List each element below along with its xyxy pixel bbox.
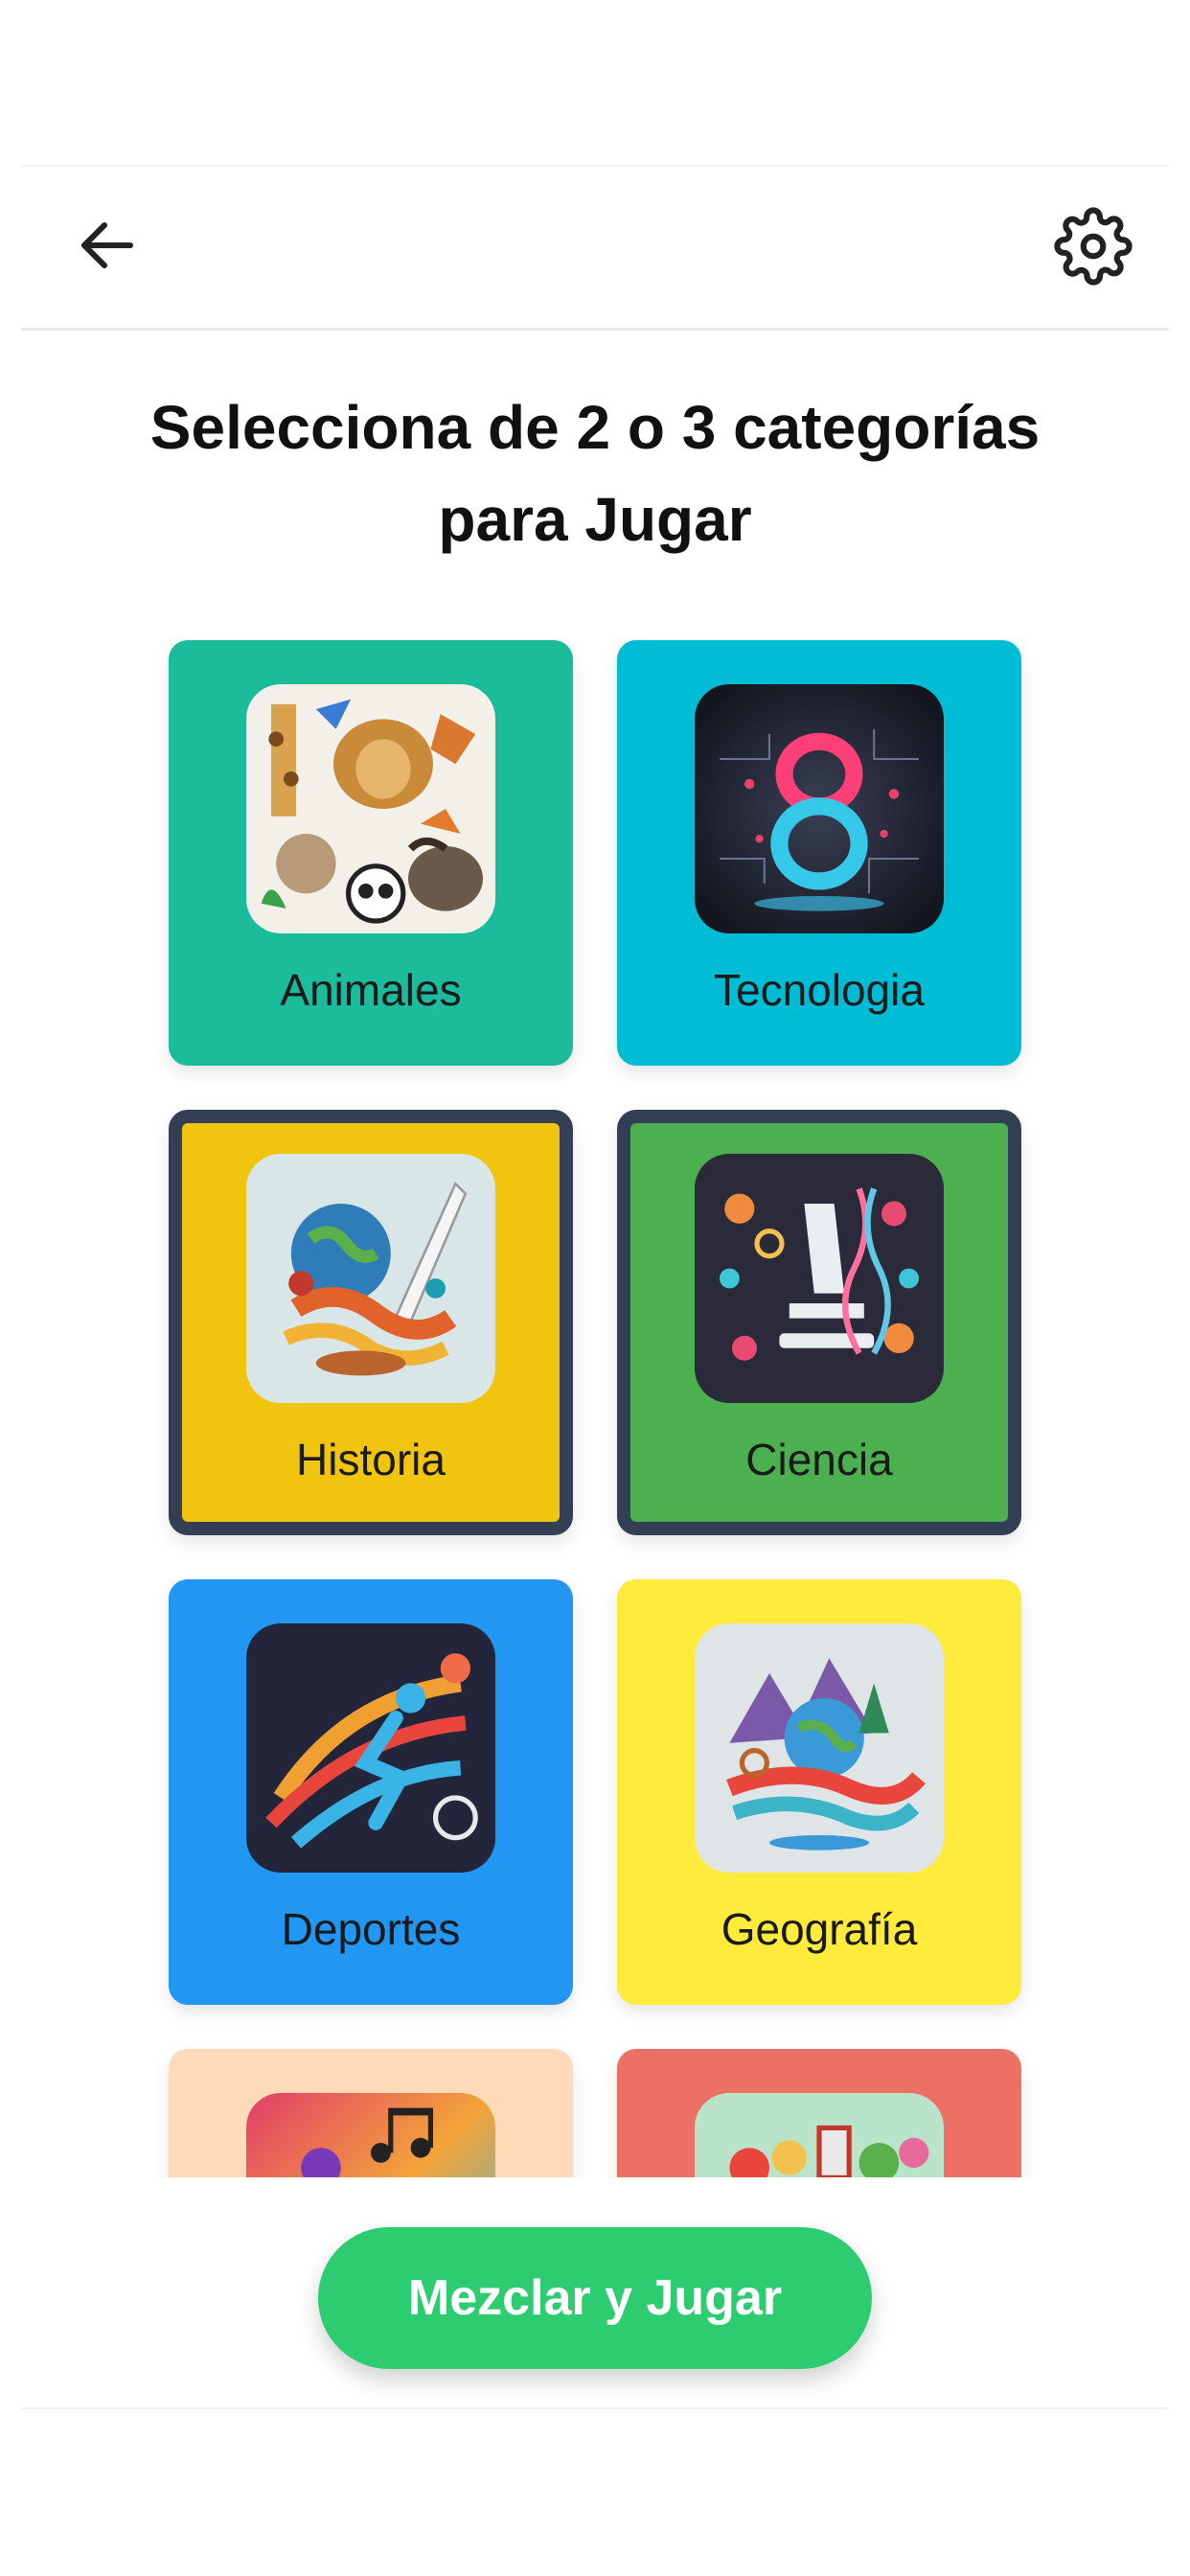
geography-globe-image xyxy=(695,1623,944,1873)
shuffle-and-play-button[interactable]: Mezclar y Jugar xyxy=(318,2227,872,2369)
arrow-left-icon xyxy=(73,211,142,285)
category-card-tecnologia[interactable]: Tecnologia xyxy=(617,640,1021,1066)
category-label: Historia xyxy=(296,1435,446,1484)
category-label: Geografía xyxy=(721,1904,918,1954)
settings-button[interactable] xyxy=(1050,205,1136,291)
category-card-ciencia[interactable]: Ciencia xyxy=(617,1110,1021,1535)
page-title-line-1: Selecciona de 2 o 3 categorías xyxy=(149,393,1041,462)
category-card-deportes[interactable]: Deportes xyxy=(169,1579,573,2005)
category-grid: Animales Tecnologia Historia Ciencia Dep… xyxy=(169,640,1021,2177)
music-notes-image xyxy=(246,2093,495,2177)
category-label: Tecnologia xyxy=(714,965,925,1015)
page-title: Selecciona de 2 o 3 categorías para Juga… xyxy=(0,381,1190,565)
header-bar xyxy=(21,167,1169,331)
back-button[interactable] xyxy=(67,207,148,288)
science-microscope-image xyxy=(695,1154,944,1403)
category-label: Ciencia xyxy=(745,1435,893,1484)
sports-runner-image xyxy=(246,1623,495,1873)
category-card-geografia[interactable]: Geografía xyxy=(617,1579,1021,2005)
animals-collage-image xyxy=(246,684,495,933)
category-card-animales[interactable]: Animales xyxy=(169,640,573,1066)
category-selection-screen: Selecciona de 2 o 3 categorías para Juga… xyxy=(0,0,1190,2576)
category-card-historia[interactable]: Historia xyxy=(169,1110,573,1535)
gear-icon xyxy=(1054,206,1133,290)
category-label: Animales xyxy=(280,965,462,1015)
category-card-music[interactable] xyxy=(169,2049,573,2177)
tech-8-image xyxy=(695,684,944,933)
history-globe-quill-image xyxy=(246,1154,495,1403)
food-collage-image xyxy=(695,2093,944,2177)
category-scroll-area[interactable]: Animales Tecnologia Historia Ciencia Dep… xyxy=(0,613,1190,2177)
bottom-divider xyxy=(21,2407,1169,2409)
category-card-food[interactable] xyxy=(617,2049,1021,2177)
page-title-line-2: para Jugar xyxy=(438,485,752,554)
category-label: Deportes xyxy=(281,1904,461,1954)
